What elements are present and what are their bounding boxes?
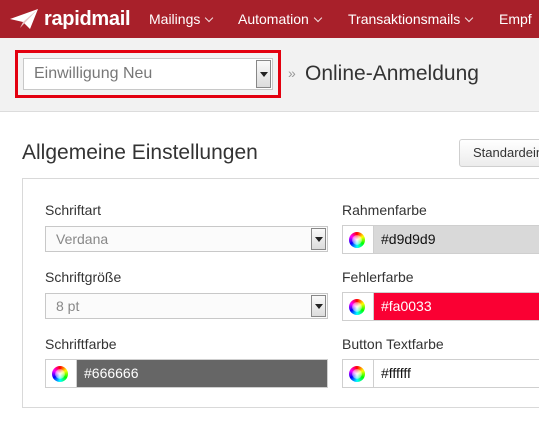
page-header: Einwilligung Neu » Online-Anmeldung	[0, 38, 539, 112]
breadcrumb-separator: »	[288, 65, 296, 81]
nav-item-label: Mailings	[149, 11, 201, 27]
font-size-value: 8 pt	[56, 298, 80, 314]
font-family-value: Verdana	[56, 231, 109, 247]
nav-item-transaktionsmails[interactable]: Transaktionsmails	[348, 0, 474, 38]
button-text-color-field[interactable]: #ffffff	[342, 359, 539, 388]
color-wheel-icon	[349, 299, 365, 315]
nav-item-empfaenger[interactable]: Empf	[499, 0, 532, 38]
nav-item-mailings[interactable]: Mailings	[149, 0, 214, 38]
dropdown-arrow-icon[interactable]	[311, 295, 326, 317]
top-navbar: rapidmail Mailings Automation Transaktio…	[0, 0, 539, 38]
color-wheel-icon	[349, 232, 365, 248]
border-color-label: Rahmenfarbe	[342, 202, 427, 218]
logo-text: rapidmail	[44, 7, 131, 30]
color-picker-button[interactable]	[343, 360, 374, 387]
color-picker-button[interactable]	[343, 226, 374, 253]
dropdown-arrow-icon[interactable]	[311, 228, 326, 250]
font-color-field[interactable]: #666666	[45, 359, 328, 388]
border-color-input[interactable]: #d9d9d9	[374, 226, 539, 253]
section-title: Allgemeine Einstellungen	[22, 141, 258, 164]
error-color-label: Fehlerfarbe	[342, 269, 414, 285]
font-family-label: Schriftart	[45, 202, 102, 218]
nav-item-automation[interactable]: Automation	[238, 0, 323, 38]
button-text-color-label: Button Textfarbe	[342, 336, 444, 352]
paper-plane-icon	[10, 9, 38, 29]
error-color-field[interactable]: #fa0033	[342, 292, 539, 321]
font-size-select[interactable]: 8 pt	[45, 293, 328, 319]
color-wheel-icon	[52, 366, 68, 382]
nav-item-label: Automation	[238, 11, 309, 27]
reset-defaults-button[interactable]: Standardein	[459, 139, 539, 167]
font-family-select[interactable]: Verdana	[45, 226, 328, 252]
form-select[interactable]: Einwilligung Neu	[23, 58, 273, 90]
dropdown-arrow-icon[interactable]	[256, 60, 271, 88]
button-text-color-input[interactable]: #ffffff	[374, 360, 539, 387]
color-wheel-icon	[349, 366, 365, 382]
rapidmail-logo[interactable]: rapidmail	[9, 7, 131, 31]
error-color-input[interactable]: #fa0033	[374, 293, 539, 320]
chevron-down-icon	[465, 13, 474, 23]
font-color-input[interactable]: #666666	[77, 360, 327, 387]
chevron-down-icon	[313, 13, 323, 23]
nav-item-label: Empf	[499, 11, 532, 27]
chevron-down-icon	[205, 13, 214, 23]
form-select-value: Einwilligung Neu	[34, 65, 153, 82]
page-title: Online-Anmeldung	[305, 62, 479, 85]
nav-item-label: Transaktionsmails	[348, 11, 461, 27]
color-picker-button[interactable]	[46, 360, 77, 387]
border-color-field[interactable]: #d9d9d9	[342, 225, 539, 254]
color-picker-button[interactable]	[343, 293, 374, 320]
font-size-label: Schriftgröße	[45, 269, 122, 285]
font-color-label: Schriftfarbe	[45, 336, 117, 352]
